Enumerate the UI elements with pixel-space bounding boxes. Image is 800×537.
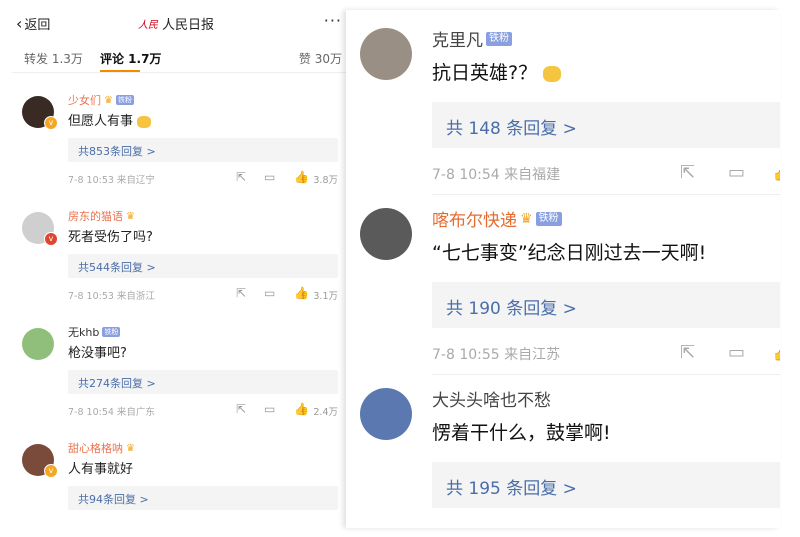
verified-icon: v <box>44 464 58 478</box>
doge-emoji-icon <box>137 115 152 128</box>
like-icon[interactable]: 👍 <box>772 342 780 363</box>
nav-bar: ‹ 返回 人民 人民日报 ··· <box>12 10 346 36</box>
reply-count-label: 共853条回复 > <box>78 145 156 158</box>
brand-logo: 人民 <box>138 20 158 31</box>
comment-text: 抗日英雄?？ <box>432 58 562 85</box>
reply-count-button[interactable]: 共274条回复 > <box>68 370 338 394</box>
avatar[interactable] <box>360 208 412 260</box>
verified-icon: v <box>44 116 58 130</box>
comment-body: 但愿人有事 <box>68 114 134 129</box>
reply-count-button[interactable]: 共 148 条回复 > <box>432 102 780 148</box>
comment-text: 人有事就好 <box>68 462 134 477</box>
fan-badge: 铁粉 <box>102 327 121 337</box>
tab-bar: 转发 1.3万 评论 1.7万 赞 30万 <box>12 36 346 73</box>
comment-meta: 7-8 10:54 来自福建 ⇱ ▭ 👍 <box>432 162 780 184</box>
comment-author[interactable]: 克里凡 铁粉 <box>432 26 512 51</box>
author-name: 少女们 <box>68 94 101 107</box>
comment-meta: 7-8 10:55 来自江苏 ⇱ ▭ 👍 <box>432 342 780 364</box>
comment-author[interactable]: 喀布尔快递 ♛ 铁粉 <box>432 206 562 231</box>
comment-icon[interactable]: ▭ <box>264 286 275 300</box>
comment-time: 7-8 10:54 来自福建 <box>432 167 561 183</box>
comment-time: 7-8 10:55 来自江苏 <box>432 347 561 363</box>
back-label: 返回 <box>24 18 51 33</box>
like-count: 2.4万 <box>313 407 338 418</box>
comment-meta: 7-8 10:54 来自广东 ⇱ ▭ 👍 2.4万 <box>68 402 338 418</box>
comment-author[interactable]: 房东的猫语 ♛ <box>68 208 135 224</box>
left-screenshot: ‹ 返回 人民 人民日报 ··· 转发 1.3万 评论 1.7万 赞 30万 v… <box>12 10 346 528</box>
like-icon[interactable]: 👍 <box>294 170 309 184</box>
reply-count-button[interactable]: 共 190 条回复 > <box>432 282 780 328</box>
reply-count-button[interactable]: 共 195 条回复 > <box>432 462 780 508</box>
crown-icon: ♛ <box>126 210 135 222</box>
crown-icon: ♛ <box>520 210 533 227</box>
verified-icon: v <box>44 232 58 246</box>
back-button[interactable]: ‹ 返回 <box>16 14 50 33</box>
comment-author[interactable]: 无khb 铁粉 <box>68 324 121 340</box>
comment-body: 抗日英雄?？ <box>432 62 538 84</box>
author-name: 无khb <box>68 326 100 339</box>
tab-repost[interactable]: 转发 1.3万 <box>24 50 83 67</box>
author-name: 大头头啥也不愁 <box>432 391 551 411</box>
author-name: 甜心格格呐 <box>68 442 123 455</box>
reply-count-label: 共 190 条回复 > <box>446 299 577 319</box>
tab-indicator <box>100 70 140 72</box>
divider <box>432 194 780 195</box>
crown-icon: ♛ <box>104 94 113 106</box>
avatar[interactable] <box>360 28 412 80</box>
crown-icon: ♛ <box>126 442 135 454</box>
comment-text: “七七事变”纪念日刚过去一天啊! <box>432 242 707 264</box>
comment-text: 愣着干什么，鼓掌啊! <box>432 422 611 444</box>
comment-meta: 7-8 10:53 来自浙江 ⇱ ▭ 👍 3.1万 <box>68 286 338 302</box>
share-icon[interactable]: ⇱ <box>680 162 695 183</box>
comment-time: 7-8 10:53 来自辽宁 <box>68 175 155 186</box>
comment-author[interactable]: 少女们 ♛ 铁粉 <box>68 92 134 108</box>
doge-emoji-icon <box>543 65 562 82</box>
reply-count-button[interactable]: 共853条回复 > <box>68 138 338 162</box>
comment-text: 死者受伤了吗? <box>68 230 153 245</box>
like-icon[interactable]: 👍 <box>772 162 780 183</box>
author-name: 克里凡 <box>432 31 483 51</box>
reply-count-label: 共544条回复 > <box>78 261 156 274</box>
comment-text: 但愿人有事 <box>68 110 152 129</box>
share-icon[interactable]: ⇱ <box>236 286 246 300</box>
share-icon[interactable]: ⇱ <box>236 402 246 416</box>
like-icon[interactable]: 👍 <box>294 286 309 300</box>
author-name: 房东的猫语 <box>68 210 123 223</box>
like-icon[interactable]: 👍 <box>294 402 309 416</box>
share-icon[interactable]: ⇱ <box>236 170 246 184</box>
reply-count-button[interactable]: 共94条回复 > <box>68 486 338 510</box>
more-icon[interactable]: ··· <box>324 11 342 30</box>
reply-count-label: 共94条回复 > <box>78 493 149 506</box>
reply-count-button[interactable]: 共544条回复 > <box>68 254 338 278</box>
comment-icon[interactable]: ▭ <box>728 162 745 183</box>
author-name: 喀布尔快递 <box>432 211 517 231</box>
fan-badge: 铁粉 <box>115 95 134 105</box>
brand-name: 人民日报 <box>162 18 215 33</box>
reply-count-label: 共 148 条回复 > <box>446 119 577 139</box>
tab-comment[interactable]: 评论 1.7万 <box>100 50 161 67</box>
avatar[interactable] <box>22 328 54 360</box>
brand[interactable]: 人民 人民日报 <box>138 14 214 33</box>
comment-time: 7-8 10:53 来自浙江 <box>68 291 155 302</box>
comment-icon[interactable]: ▭ <box>728 342 745 363</box>
fan-badge: 铁粉 <box>535 211 562 226</box>
reply-count-label: 共 195 条回复 > <box>446 479 577 499</box>
comment-icon[interactable]: ▭ <box>264 402 275 416</box>
tab-like[interactable]: 赞 30万 <box>299 50 342 67</box>
right-screenshot: 克里凡 铁粉 抗日英雄?？ 共 148 条回复 > 7-8 10:54 来自福建… <box>346 10 780 528</box>
comment-icon[interactable]: ▭ <box>264 170 275 184</box>
like-count: 3.8万 <box>313 175 338 186</box>
comment-author[interactable]: 甜心格格呐 ♛ <box>68 440 135 456</box>
avatar[interactable] <box>360 388 412 440</box>
comment-text: 枪没事吧? <box>68 346 127 361</box>
share-icon[interactable]: ⇱ <box>680 342 695 363</box>
like-count: 3.1万 <box>313 291 338 302</box>
chevron-left-icon: ‹ <box>16 13 23 33</box>
reply-count-label: 共274条回复 > <box>78 377 156 390</box>
fan-badge: 铁粉 <box>486 31 512 46</box>
comment-time: 7-8 10:54 来自广东 <box>68 407 155 418</box>
divider <box>432 374 780 375</box>
comment-author[interactable]: 大头头啥也不愁 <box>432 386 551 411</box>
comment-meta: 7-8 10:53 来自辽宁 ⇱ ▭ 👍 3.8万 <box>68 170 338 186</box>
